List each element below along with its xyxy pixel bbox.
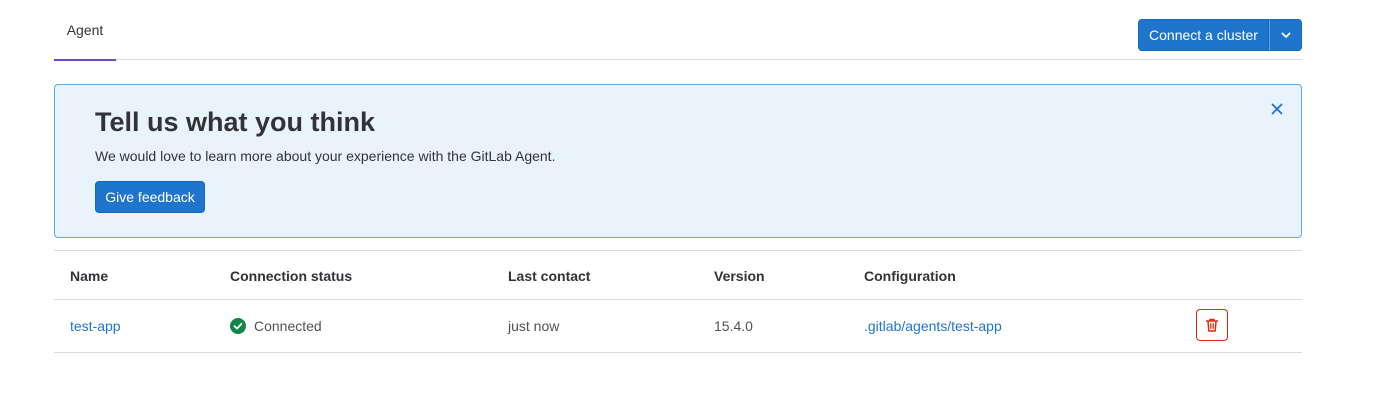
tabs-bar: Agent — [54, 0, 1302, 61]
connection-status-cell: Connected — [230, 300, 322, 352]
agent-name-cell: test-app — [70, 300, 121, 352]
agents-table: Name Connection status Last contact Vers… — [54, 250, 1302, 353]
header-configuration: Configuration — [864, 267, 956, 284]
configuration-link[interactable]: .gitlab/agents/test-app — [864, 318, 1002, 334]
trash-icon — [1205, 318, 1219, 332]
close-icon — [1271, 103, 1283, 115]
banner-text: We would love to learn more about your e… — [95, 148, 556, 164]
banner-close-button[interactable] — [1269, 101, 1285, 117]
version-cell: 15.4.0 — [714, 318, 753, 334]
tab-agent[interactable]: Agent — [54, 0, 116, 61]
chevron-down-icon — [1281, 32, 1290, 38]
feedback-banner: Tell us what you think We would love to … — [54, 84, 1302, 238]
header-connection-status: Connection status — [230, 267, 353, 284]
last-contact-cell: just now — [508, 318, 560, 334]
connect-cluster-split-button: Connect a cluster — [1138, 19, 1302, 51]
connection-status-text: Connected — [254, 318, 322, 334]
delete-agent-button[interactable] — [1196, 309, 1228, 341]
check-circle-icon — [230, 318, 246, 334]
tab-agent-label: Agent — [66, 22, 104, 38]
agent-name-link[interactable]: test-app — [70, 318, 121, 334]
header-name: Name — [70, 267, 109, 284]
header-last-contact: Last contact — [508, 267, 591, 284]
connect-cluster-button[interactable]: Connect a cluster — [1138, 19, 1269, 51]
give-feedback-button[interactable]: Give feedback — [95, 181, 205, 213]
table-header: Name Connection status Last contact Vers… — [54, 251, 1302, 300]
banner-title: Tell us what you think — [95, 107, 376, 137]
connect-cluster-dropdown-toggle[interactable] — [1269, 19, 1302, 51]
header-version: Version — [714, 267, 765, 284]
configuration-cell: .gitlab/agents/test-app — [864, 300, 1002, 352]
table-row: test-app Connected just now 15.4.0 .gitl… — [54, 300, 1302, 353]
